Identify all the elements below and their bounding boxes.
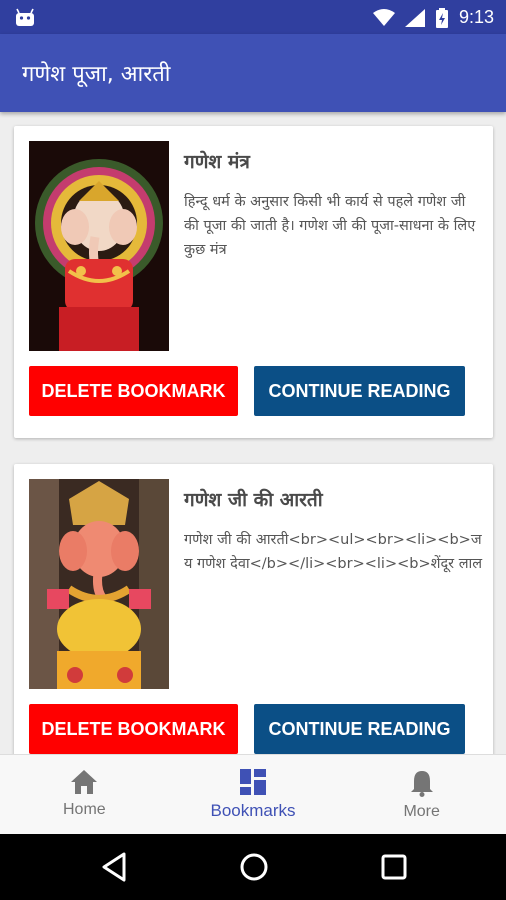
nav-item-home[interactable]: Home [0, 755, 169, 834]
signal-icon [404, 8, 425, 27]
page-title: गणेश पूजा, आरती [22, 62, 171, 87]
bookmark-card[interactable]: गणेश मंत्र हिन्दू धर्म के अनुसार किसी भी… [14, 126, 493, 438]
continue-reading-button[interactable]: CONTINUE READING [254, 704, 465, 754]
bookmark-list[interactable]: गणेश मंत्र हिन्दू धर्म के अनुसार किसी भी… [0, 112, 506, 754]
ganesh-image [29, 479, 169, 689]
dashboard-icon [240, 769, 266, 795]
delete-bookmark-button[interactable]: DELETE BOOKMARK [29, 704, 238, 754]
status-bar: 9:13 [0, 0, 506, 34]
bottom-navigation: Home Bookmarks More [0, 754, 506, 834]
status-time: 9:13 [458, 7, 494, 27]
card-description: हिन्दू धर्म के अनुसार किसी भी कार्य से प… [184, 194, 476, 258]
nav-label-home: Home [62, 801, 106, 818]
ganesh-image [29, 141, 169, 351]
nav-label-bookmarks: Bookmarks [210, 801, 296, 820]
android-icon [16, 8, 34, 26]
bell-icon [410, 771, 433, 797]
continue-reading-button[interactable]: CONTINUE READING [254, 366, 465, 416]
home-icon [71, 770, 98, 794]
app-bar: गणेश पूजा, आरती [0, 34, 506, 112]
nav-label-more: More [403, 803, 440, 820]
wifi-icon [372, 8, 395, 26]
battery-icon [435, 7, 448, 28]
back-icon[interactable] [100, 852, 128, 882]
card-title: गणेश मंत्र [184, 151, 250, 173]
nav-item-more[interactable]: More [337, 755, 506, 834]
recents-icon[interactable] [380, 852, 408, 882]
delete-bookmark-button[interactable]: DELETE BOOKMARK [29, 366, 238, 416]
home-circle-icon[interactable] [239, 852, 269, 882]
card-title: गणेश जी की आरती [184, 489, 323, 511]
nav-item-bookmarks[interactable]: Bookmarks [169, 755, 338, 834]
bookmark-card[interactable]: गणेश जी की आरती गणेश जी की आरती<br><ul><… [14, 464, 493, 754]
system-navigation-bar [0, 834, 506, 900]
card-description: गणेश जी की आरती<br><ul><br><li><b>जय गणे… [184, 532, 483, 572]
